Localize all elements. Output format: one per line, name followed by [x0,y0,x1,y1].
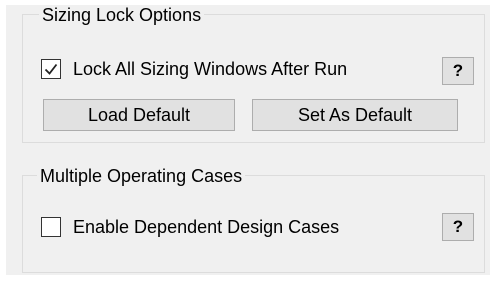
lock-sizing-windows-checkbox[interactable] [41,59,61,79]
options-panel: Sizing Lock Options Lock All Sizing Wind… [6,5,490,275]
sizing-lock-help-button[interactable]: ? [442,57,474,85]
lock-sizing-windows-checkbox-row[interactable]: Lock All Sizing Windows After Run [41,59,347,79]
enable-dependent-cases-checkbox[interactable] [41,217,61,237]
sizing-lock-options-group: Sizing Lock Options Lock All Sizing Wind… [22,5,485,143]
operating-cases-help-button[interactable]: ? [442,213,474,241]
enable-dependent-cases-label: Enable Dependent Design Cases [73,217,340,237]
check-icon [44,63,58,75]
multiple-operating-cases-title: Multiple Operating Cases [37,166,246,186]
multiple-operating-cases-group: Multiple Operating Cases Enable Dependen… [22,166,485,273]
enable-dependent-cases-checkbox-row[interactable]: Enable Dependent Design Cases [41,217,339,237]
sizing-lock-options-title: Sizing Lock Options [39,5,205,25]
load-default-button[interactable]: Load Default [43,99,235,131]
lock-sizing-windows-label: Lock All Sizing Windows After Run [73,59,348,79]
set-as-default-button[interactable]: Set As Default [252,99,458,131]
